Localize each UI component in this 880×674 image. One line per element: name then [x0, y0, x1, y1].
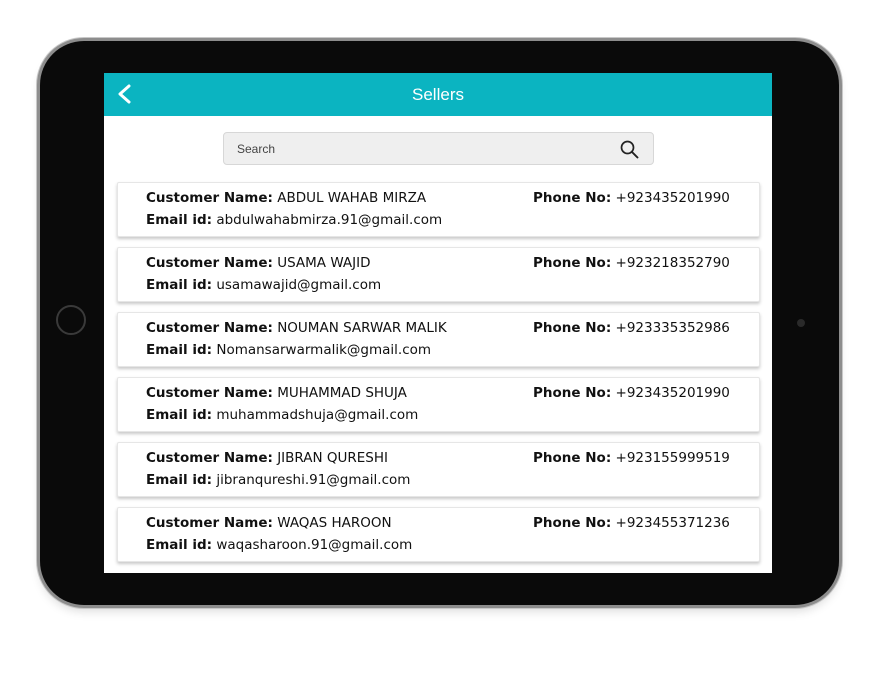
email-line: Email id: muhammadshuja@gmail.com — [146, 407, 418, 423]
customer-name-label: Customer Name: — [146, 320, 273, 336]
email-value: waqasharoon.91@gmail.com — [216, 537, 413, 553]
customer-name-value: JIBRAN QURESHI — [277, 450, 389, 466]
phone-value: +923435201990 — [615, 190, 730, 206]
customer-name-label: Customer Name: — [146, 190, 273, 206]
seller-card[interactable]: Customer Name: JIBRAN QURESHI Email id: … — [117, 442, 760, 497]
phone-label: Phone No: — [533, 190, 612, 206]
customer-name-label: Customer Name: — [146, 255, 273, 271]
search-icon[interactable] — [620, 140, 639, 159]
customer-name-line: Customer Name: NOUMAN SARWAR MALIK — [146, 320, 447, 336]
seller-card[interactable]: Customer Name: USAMA WAJID Email id: usa… — [117, 247, 760, 302]
email-label: Email id: — [146, 472, 213, 488]
customer-name-value: WAQAS HAROON — [277, 515, 392, 531]
email-label: Email id: — [146, 407, 213, 423]
customer-name-label: Customer Name: — [146, 385, 273, 401]
phone-label: Phone No: — [533, 450, 612, 466]
customer-name-line: Customer Name: ABDUL WAHAB MIRZA — [146, 190, 426, 206]
customer-name-line: Customer Name: USAMA WAJID — [146, 255, 371, 271]
phone-line: Phone No: +923455371236 — [533, 515, 730, 531]
customer-name-label: Customer Name: — [146, 515, 273, 531]
customer-name-value: ABDUL WAHAB MIRZA — [277, 190, 427, 206]
page-title: Sellers — [412, 85, 464, 104]
phone-value: +923455371236 — [615, 515, 730, 531]
home-button[interactable] — [56, 305, 86, 335]
email-line: Email id: waqasharoon.91@gmail.com — [146, 537, 412, 553]
phone-label: Phone No: — [533, 515, 612, 531]
customer-name-line: Customer Name: JIBRAN QURESHI — [146, 450, 388, 466]
customer-name-label: Customer Name: — [146, 450, 273, 466]
email-line: Email id: abdulwahabmirza.91@gmail.com — [146, 212, 442, 228]
email-line: Email id: jibranqureshi.91@gmail.com — [146, 472, 410, 488]
phone-line: Phone No: +923155999519 — [533, 450, 730, 466]
phone-value: +923218352790 — [615, 255, 730, 271]
seller-card[interactable]: Customer Name: NOUMAN SARWAR MALIK Email… — [117, 312, 760, 367]
seller-card[interactable]: Customer Name: WAQAS HAROON Email id: wa… — [117, 507, 760, 562]
email-value: usamawajid@gmail.com — [216, 277, 382, 293]
customer-name-value: NOUMAN SARWAR MALIK — [277, 320, 447, 336]
phone-label: Phone No: — [533, 320, 612, 336]
app-screen: Sellers Customer Name: ABDUL WAHAB MIRZA… — [104, 73, 772, 573]
email-value: abdulwahabmirza.91@gmail.com — [216, 212, 443, 228]
phone-label: Phone No: — [533, 385, 612, 401]
customer-name-value: USAMA WAJID — [277, 255, 371, 271]
phone-value: +923335352986 — [615, 320, 730, 336]
email-value: Nomansarwarmalik@gmail.com — [216, 342, 432, 358]
email-label: Email id: — [146, 212, 213, 228]
email-label: Email id: — [146, 277, 213, 293]
phone-line: Phone No: +923435201990 — [533, 385, 730, 401]
app-header: Sellers — [104, 73, 772, 116]
email-line: Email id: Nomansarwarmalik@gmail.com — [146, 342, 431, 358]
email-label: Email id: — [146, 342, 213, 358]
seller-list: Customer Name: ABDUL WAHAB MIRZA Email i… — [117, 182, 760, 572]
email-label: Email id: — [146, 537, 213, 553]
phone-line: Phone No: +923335352986 — [533, 320, 730, 336]
customer-name-value: MUHAMMAD SHUJA — [277, 385, 407, 401]
phone-value: +923435201990 — [615, 385, 730, 401]
phone-label: Phone No: — [533, 255, 612, 271]
email-value: jibranqureshi.91@gmail.com — [216, 472, 411, 488]
seller-card[interactable]: Customer Name: ABDUL WAHAB MIRZA Email i… — [117, 182, 760, 237]
phone-value: +923155999519 — [615, 450, 730, 466]
search-input[interactable] — [224, 133, 604, 164]
customer-name-line: Customer Name: MUHAMMAD SHUJA — [146, 385, 407, 401]
phone-line: Phone No: +923435201990 — [533, 190, 730, 206]
email-line: Email id: usamawajid@gmail.com — [146, 277, 381, 293]
camera-icon — [797, 319, 805, 327]
search-bar — [223, 132, 654, 165]
customer-name-line: Customer Name: WAQAS HAROON — [146, 515, 392, 531]
email-value: muhammadshuja@gmail.com — [216, 407, 419, 423]
phone-line: Phone No: +923218352790 — [533, 255, 730, 271]
seller-card[interactable]: Customer Name: MUHAMMAD SHUJA Email id: … — [117, 377, 760, 432]
